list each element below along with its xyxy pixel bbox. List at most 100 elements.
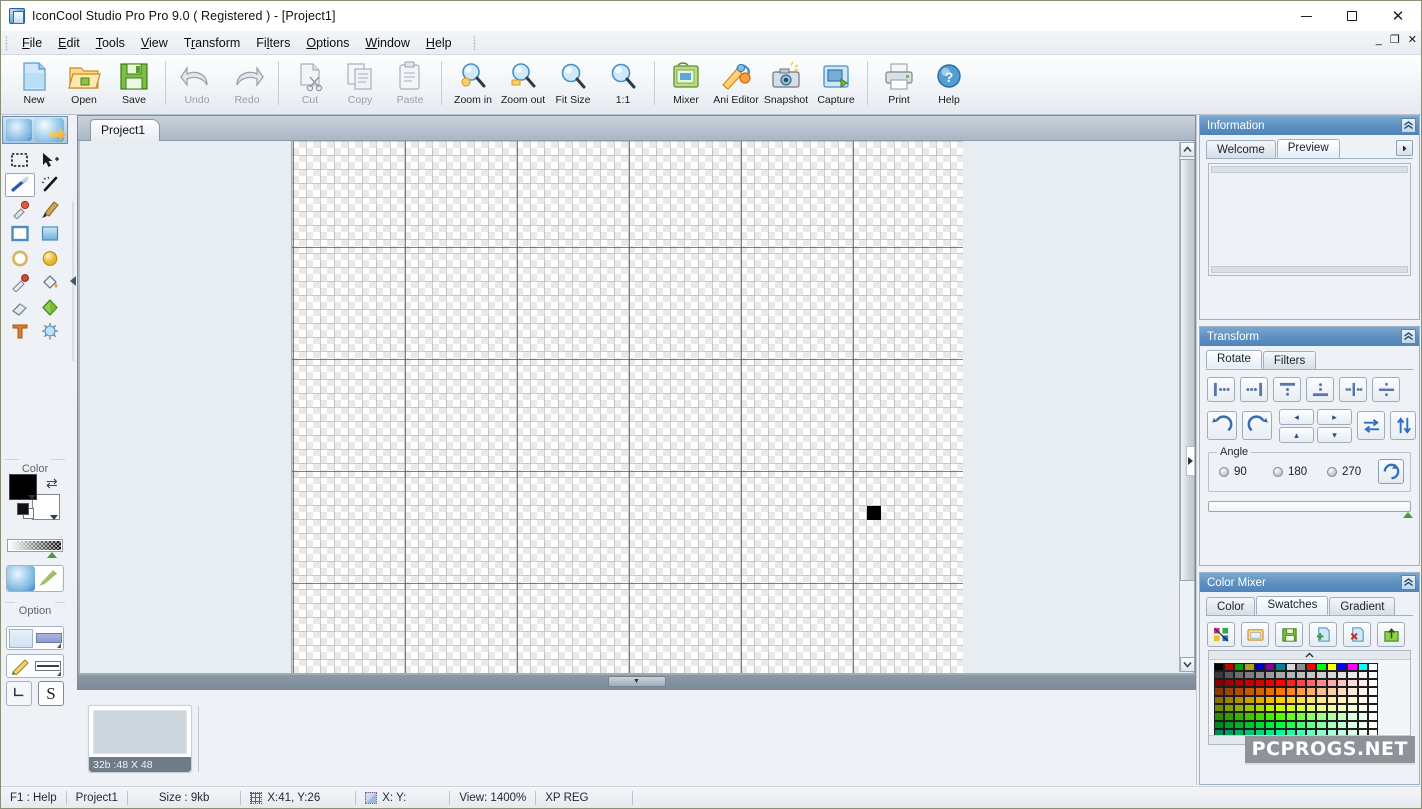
- scroll-thumb[interactable]: [1180, 159, 1195, 581]
- flip-horizontal-button[interactable]: [1357, 411, 1385, 440]
- tool-rectangular-marquee[interactable]: [5, 148, 35, 173]
- align-right-button[interactable]: [1240, 377, 1268, 402]
- palette-swatch[interactable]: [1357, 662, 1368, 671]
- palette-swatch[interactable]: [1367, 712, 1379, 721]
- tab-gradient[interactable]: Gradient: [1329, 597, 1396, 615]
- align-left-button[interactable]: [1207, 377, 1235, 402]
- toolbar-new-button[interactable]: New: [9, 58, 59, 112]
- palette-swatch[interactable]: [1275, 687, 1286, 696]
- toolbar-zoom-in-button[interactable]: Zoom in: [448, 58, 498, 112]
- palette-swatch[interactable]: [1337, 679, 1348, 688]
- palette-swatch[interactable]: [1244, 695, 1255, 704]
- palette-swatch[interactable]: [1306, 720, 1317, 729]
- menu-options[interactable]: Options: [298, 34, 357, 52]
- menu-edit[interactable]: Edit: [50, 34, 88, 52]
- toolbar-ani-editor-button[interactable]: Ani Editor: [711, 58, 761, 112]
- palette-swatch[interactable]: [1357, 720, 1368, 729]
- palette-swatch[interactable]: [1295, 670, 1307, 680]
- palette-swatch[interactable]: [1347, 662, 1358, 671]
- palette-swatch[interactable]: [1357, 703, 1368, 713]
- transform-slider-track[interactable]: [1208, 501, 1411, 512]
- option-line-style-dropdown[interactable]: [6, 654, 64, 678]
- palette-swatch[interactable]: [1275, 662, 1286, 671]
- palette-swatch[interactable]: [1275, 679, 1286, 688]
- toolbar-undo-button[interactable]: Undo: [172, 58, 222, 112]
- swatches-scroll-up[interactable]: [1209, 651, 1410, 660]
- palette-swatch[interactable]: [1285, 703, 1296, 713]
- palette-swatch[interactable]: [1264, 703, 1276, 713]
- scroll-down-button[interactable]: [1180, 657, 1195, 672]
- palette-swatch[interactable]: [1306, 695, 1317, 704]
- opacity-gradient-bar[interactable]: [7, 539, 63, 552]
- minimize-button[interactable]: [1283, 1, 1329, 31]
- palette-swatch[interactable]: [1316, 720, 1327, 729]
- palette-swatch[interactable]: [1254, 695, 1265, 704]
- palette-swatch[interactable]: [1306, 687, 1317, 696]
- palette-swatch[interactable]: [1223, 703, 1235, 713]
- foreground-color-swatch[interactable]: [9, 474, 37, 500]
- menu-window[interactable]: Window: [357, 34, 417, 52]
- nudge-down-button[interactable]: ▾: [1317, 427, 1352, 443]
- palette-swatch[interactable]: [1326, 712, 1338, 721]
- palette-swatch[interactable]: [1337, 703, 1348, 713]
- palette-swatch[interactable]: [1316, 712, 1327, 721]
- save-palette-button[interactable]: [1275, 622, 1303, 647]
- right-dock-collapse-handle[interactable]: [1186, 446, 1195, 476]
- tool-airbrush[interactable]: [5, 271, 35, 296]
- tool-eyedropper[interactable]: [5, 197, 35, 222]
- palette-swatch[interactable]: [1234, 687, 1245, 696]
- palette-swatch[interactable]: [1285, 662, 1296, 671]
- palette-swatch[interactable]: [1326, 703, 1338, 713]
- thumbnail-item[interactable]: 32b :48 X 48: [88, 705, 192, 773]
- open-palette-button[interactable]: [1241, 622, 1269, 647]
- tab-swatches[interactable]: Swatches: [1256, 596, 1329, 615]
- swatches-scroll-area[interactable]: [1208, 650, 1411, 745]
- palette-swatch[interactable]: [1264, 712, 1276, 721]
- palette-swatch[interactable]: [1275, 670, 1286, 680]
- palette-swatch[interactable]: [1337, 712, 1348, 721]
- palette-swatch[interactable]: [1347, 687, 1358, 696]
- palette-swatch[interactable]: [1316, 662, 1327, 671]
- menu-drag-grip-end[interactable]: [471, 34, 479, 51]
- palette-swatch[interactable]: [1367, 695, 1379, 704]
- palette-swatch[interactable]: [1316, 695, 1327, 704]
- palette-swatch[interactable]: [1254, 670, 1265, 680]
- palette-swatch[interactable]: [1316, 670, 1327, 680]
- gradient-preview-icon[interactable]: [6, 565, 64, 592]
- palette-swatch[interactable]: [1275, 712, 1286, 721]
- gradient-slider-handle[interactable]: [47, 552, 57, 558]
- palette-swatch[interactable]: [1316, 703, 1327, 713]
- palette-swatch[interactable]: [1326, 695, 1338, 704]
- palette-swatch[interactable]: [1326, 662, 1338, 671]
- palette-swatch[interactable]: [1244, 670, 1255, 680]
- menu-help[interactable]: Help: [418, 34, 460, 52]
- palette-swatch[interactable]: [1326, 670, 1338, 680]
- palette-swatch[interactable]: [1295, 720, 1307, 729]
- toolbar-print-button[interactable]: Print: [874, 58, 924, 112]
- palette-swatch[interactable]: [1223, 720, 1235, 729]
- scroll-up-button[interactable]: [1180, 142, 1195, 157]
- export-palette-button[interactable]: [1377, 622, 1405, 647]
- nudge-left-button[interactable]: ◂: [1279, 409, 1314, 425]
- transform-collapse-button[interactable]: [1401, 329, 1416, 344]
- palette-swatch[interactable]: [1264, 679, 1276, 688]
- tool-ellipse-fill[interactable]: [35, 246, 65, 271]
- left-dock-collapse-handle[interactable]: [69, 201, 77, 361]
- nudge-right-button[interactable]: ▸: [1317, 409, 1352, 425]
- tab-rotate[interactable]: Rotate: [1206, 350, 1262, 369]
- palette-swatch[interactable]: [1213, 720, 1224, 729]
- palette-swatch[interactable]: [1306, 703, 1317, 713]
- palette-swatch[interactable]: [1244, 712, 1255, 721]
- palette-swatch[interactable]: [1213, 695, 1224, 704]
- palette-swatch[interactable]: [1254, 720, 1265, 729]
- tab-color[interactable]: Color: [1206, 597, 1256, 615]
- palette-swatch[interactable]: [1223, 679, 1235, 688]
- option-corner-button[interactable]: [6, 681, 32, 706]
- canvas-viewport[interactable]: [80, 141, 1193, 673]
- palette-swatch[interactable]: [1213, 670, 1224, 680]
- information-collapse-button[interactable]: [1401, 118, 1416, 133]
- menu-tools[interactable]: Tools: [88, 34, 133, 52]
- palette-swatch[interactable]: [1357, 695, 1368, 704]
- toolbar-one-to-one-button[interactable]: 1:1: [598, 58, 648, 112]
- rotate-cw-button[interactable]: [1242, 411, 1272, 440]
